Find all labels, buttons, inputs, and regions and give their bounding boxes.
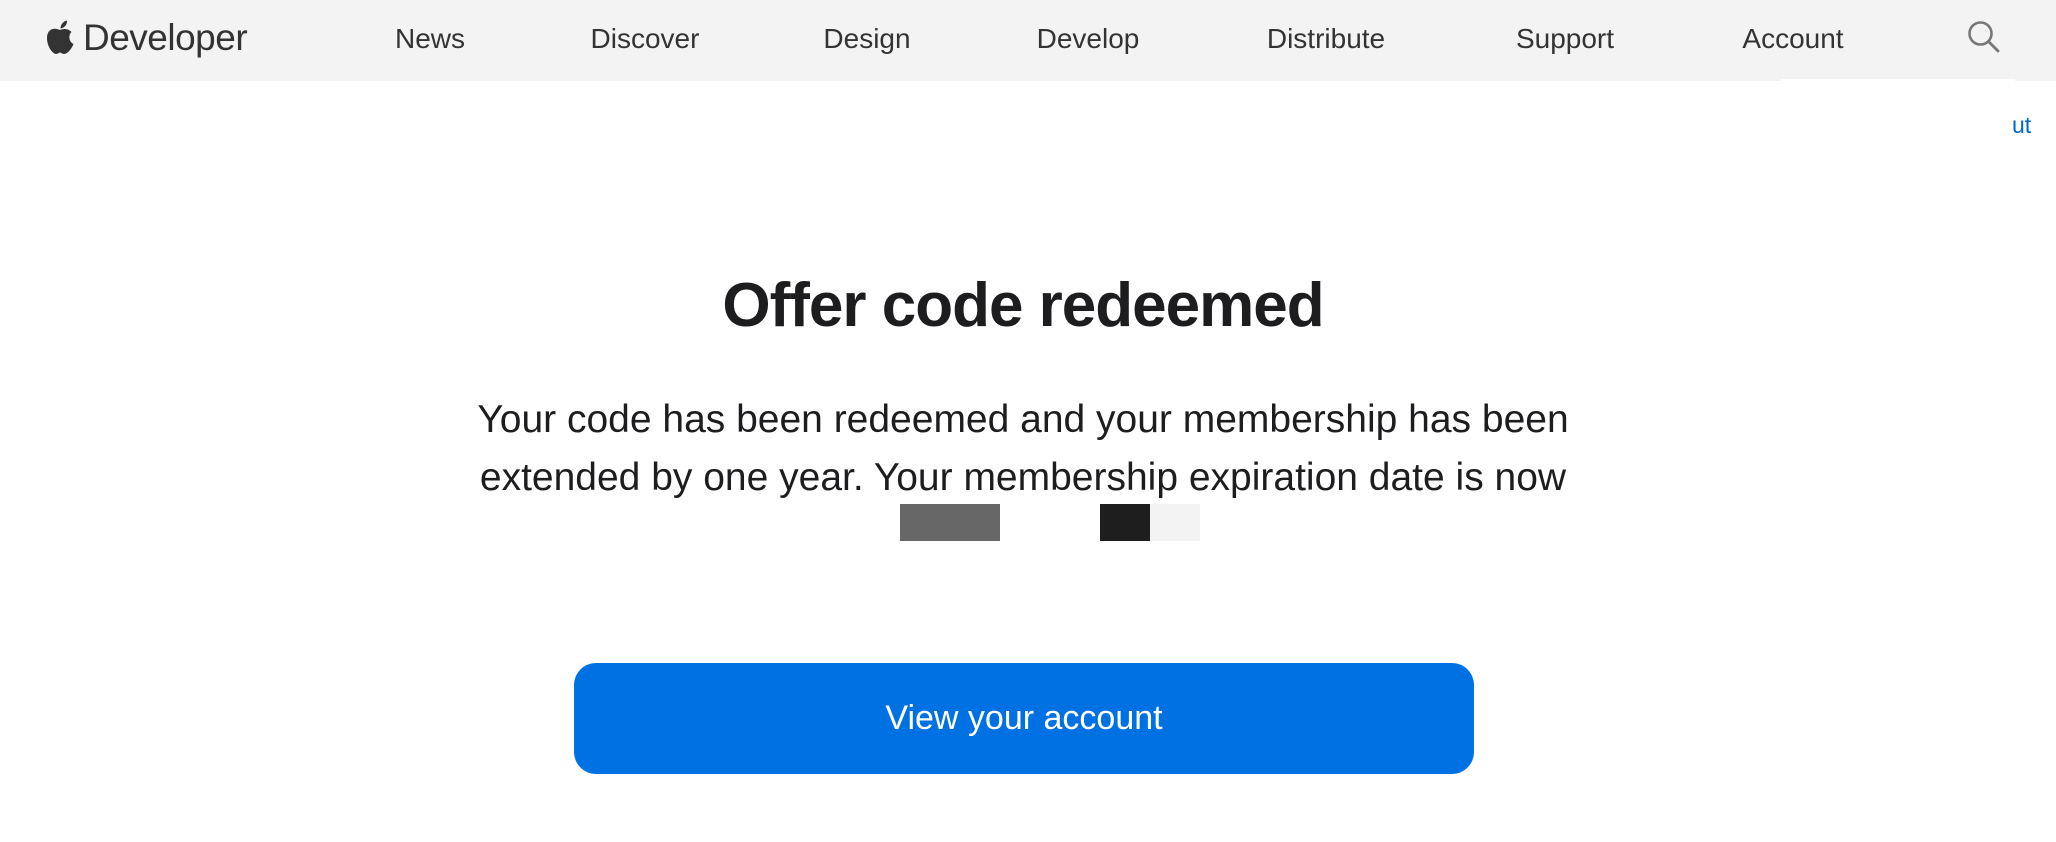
redacted-date-block [1100,504,1150,541]
brand-label: Developer [83,17,248,58]
nav-item-develop[interactable]: Develop [1037,0,1140,77]
nav-item-news[interactable]: News [395,0,465,77]
nav-item-account[interactable]: Account [1742,0,1843,77]
search-button[interactable] [1967,20,2001,54]
clipped-link[interactable]: ut [2012,112,2031,139]
nav-item-support[interactable]: Support [1516,0,1614,77]
global-nav: Developer News Discover Design Develop D… [0,0,2056,81]
developer-home-link[interactable]: Developer [45,13,248,63]
redacted-date-block [1150,504,1200,541]
confirmation-message: Your code has been redeemed and your mem… [477,398,1569,499]
account-menu-edge [1781,79,2015,84]
nav-item-design[interactable]: Design [823,0,910,77]
view-account-button[interactable]: View your account [574,663,1474,774]
apple-logo-icon [45,20,75,56]
search-icon [1967,21,2001,58]
nav-item-distribute[interactable]: Distribute [1267,0,1385,77]
page-title: Offer code redeemed [722,271,1324,340]
nav-item-discover[interactable]: Discover [591,0,700,77]
redacted-date-block [900,504,1000,541]
